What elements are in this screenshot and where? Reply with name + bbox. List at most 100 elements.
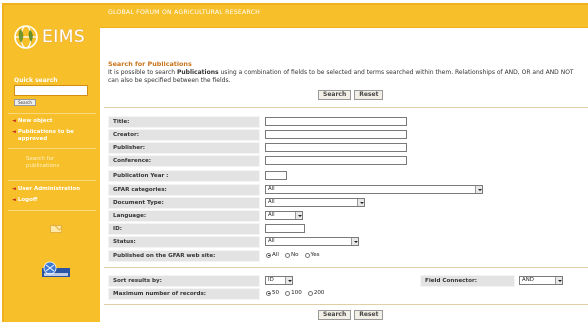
select-value: All bbox=[268, 238, 275, 244]
nav-divider bbox=[8, 210, 96, 211]
sidebar-item-label: Search for publications bbox=[26, 156, 60, 169]
banner-underline bbox=[100, 27, 588, 28]
sidebar-item-logoff[interactable]: ◄ Logoff bbox=[12, 197, 100, 204]
intro-emphasis: Publications bbox=[176, 69, 219, 76]
chevron-down-icon bbox=[357, 199, 364, 206]
radio-icon bbox=[285, 290, 291, 296]
sidebar-item-label: User Administration bbox=[17, 186, 81, 192]
select-value: ID bbox=[268, 277, 274, 283]
published-yes-radio[interactable]: Yes bbox=[304, 252, 320, 258]
search-button-bottom[interactable]: Search bbox=[318, 310, 352, 320]
mail-icon[interactable] bbox=[50, 225, 62, 233]
chevron-down-icon bbox=[295, 212, 302, 219]
select-value: All bbox=[268, 199, 275, 205]
chevron-down-icon bbox=[555, 277, 562, 284]
radio-icon bbox=[284, 252, 290, 258]
select-value: All bbox=[268, 186, 275, 192]
publisher-field[interactable] bbox=[265, 143, 407, 152]
sidebar-item-user-admin[interactable]: ◄ User Administration bbox=[12, 186, 100, 193]
creator-label: Creator: bbox=[108, 129, 260, 141]
sort-results-select[interactable]: ID bbox=[265, 276, 293, 285]
divider bbox=[104, 304, 588, 305]
globe-leaf-icon bbox=[14, 25, 38, 49]
intro-text: It is possible to search Publications us… bbox=[108, 69, 586, 84]
chevron-down-icon bbox=[475, 186, 482, 193]
published-gfar-label: Published on the GFAR web site: bbox=[108, 250, 260, 262]
title-field[interactable] bbox=[265, 117, 407, 126]
chevron-down-icon bbox=[351, 238, 358, 245]
reset-button[interactable]: Reset bbox=[354, 90, 384, 100]
title-label: Title: bbox=[108, 116, 260, 128]
divider bbox=[104, 267, 588, 268]
radio-label: No bbox=[290, 252, 299, 258]
publication-year-field[interactable] bbox=[265, 171, 287, 180]
radio-label: 100 bbox=[291, 290, 302, 296]
top-button-row: Search Reset bbox=[318, 90, 384, 100]
banner-title: GLOBAL FORUM ON AGRICULTURAL RESEARCH bbox=[108, 9, 260, 16]
sidebar-item-label: New object bbox=[17, 118, 53, 124]
search-button[interactable]: Search bbox=[318, 90, 352, 100]
bullet-icon: ◄ bbox=[12, 118, 16, 124]
bullet-icon: ◄ bbox=[12, 129, 16, 135]
bottom-button-row: Search Reset bbox=[318, 310, 384, 320]
sort-results-label: Sort results by: bbox=[108, 275, 260, 287]
published-all-radio[interactable]: All bbox=[266, 252, 279, 258]
language-label: Language: bbox=[108, 210, 260, 222]
creator-field[interactable] bbox=[265, 130, 407, 139]
max-100-radio[interactable]: 100 bbox=[285, 290, 302, 296]
sidebar-item-label: Logoff bbox=[17, 197, 38, 203]
publication-year-label: Publication Year : bbox=[108, 170, 260, 182]
published-no-radio[interactable]: No bbox=[284, 252, 299, 258]
max-records-radio-group: 50 100 200 bbox=[266, 290, 325, 296]
quick-search-input[interactable] bbox=[14, 85, 88, 96]
radio-selected-icon bbox=[266, 290, 271, 296]
sidebar-item-publications-approval[interactable]: ◄ Publications to be approved bbox=[12, 129, 100, 143]
chevron-down-icon bbox=[285, 277, 292, 284]
radio-label: Yes bbox=[310, 252, 320, 258]
radio-label: All bbox=[272, 252, 279, 258]
field-connector-select[interactable]: AND bbox=[519, 276, 563, 285]
radio-icon bbox=[307, 290, 313, 296]
nav-divider bbox=[8, 180, 96, 181]
max-50-radio[interactable]: 50 bbox=[266, 290, 279, 296]
status-select[interactable]: All bbox=[265, 237, 359, 246]
select-value: AND bbox=[522, 277, 534, 283]
status-label: Status: bbox=[108, 236, 260, 248]
published-radio-group: All No Yes bbox=[266, 252, 320, 258]
id-label: ID: bbox=[108, 223, 260, 235]
radio-icon bbox=[304, 252, 310, 258]
max-200-radio[interactable]: 200 bbox=[307, 290, 325, 296]
radio-label: 200 bbox=[313, 290, 325, 296]
quick-search-button[interactable]: Search bbox=[14, 99, 36, 106]
radio-selected-icon bbox=[266, 252, 271, 258]
partner-logo-icon bbox=[42, 261, 70, 277]
document-type-select[interactable]: All bbox=[265, 198, 365, 207]
reset-button-bottom[interactable]: Reset bbox=[354, 310, 384, 320]
nav-divider bbox=[8, 113, 96, 114]
intro-part: It is possible to search bbox=[108, 69, 177, 76]
gfar-categories-label: GFAR categories: bbox=[108, 184, 260, 196]
bullet-icon: ◄ bbox=[12, 197, 16, 203]
sidebar-item-label: Publications to be approved bbox=[17, 129, 74, 142]
divider bbox=[104, 107, 588, 108]
sidebar-item-search-publications[interactable]: Search for publications bbox=[26, 156, 114, 170]
logo-text: EIMS bbox=[42, 27, 86, 47]
main-content: Search for Publications It is possible t… bbox=[108, 60, 588, 84]
radio-label: 50 bbox=[272, 290, 280, 296]
page-title: Search for Publications bbox=[108, 60, 192, 68]
field-connector-label: Field Connector: bbox=[420, 275, 515, 287]
language-select[interactable]: All bbox=[265, 211, 303, 220]
max-records-label: Maximum number of records: bbox=[108, 288, 260, 300]
eims-logo[interactable]: EIMS bbox=[12, 23, 85, 51]
sidebar-item-new-object[interactable]: ◄ New object bbox=[12, 118, 100, 125]
bullet-icon: ◄ bbox=[12, 186, 16, 192]
nav-divider bbox=[8, 148, 96, 149]
sidebar: EIMS Quick search Search ◄ New object ◄ … bbox=[4, 5, 100, 322]
document-type-label: Document Type: bbox=[108, 197, 260, 209]
select-value: All bbox=[268, 212, 275, 218]
conference-field[interactable] bbox=[265, 156, 407, 165]
gfar-categories-select[interactable]: All bbox=[265, 185, 483, 194]
top-banner: GLOBAL FORUM ON AGRICULTURAL RESEARCH bbox=[100, 5, 588, 27]
publisher-label: Publisher: bbox=[108, 142, 260, 154]
id-field[interactable] bbox=[265, 224, 305, 233]
